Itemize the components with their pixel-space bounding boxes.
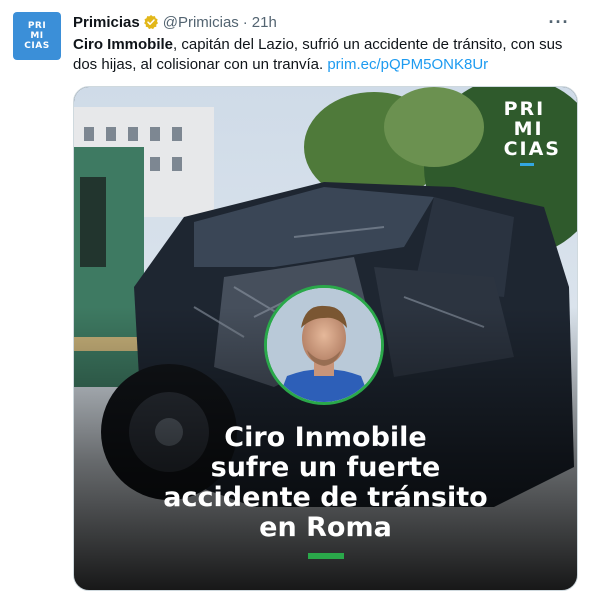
- player-portrait: [264, 285, 384, 405]
- logo-text-3: CIAS: [503, 138, 561, 160]
- headline-line-1: Ciro Inmobile: [224, 422, 427, 453]
- avatar-text-1: PRI: [27, 21, 47, 31]
- logo-accent-bar: [519, 163, 534, 166]
- image-headline: Ciro Inmobile sufre un fuerte accidente …: [74, 423, 577, 543]
- brand-logo: PRI MI CIAS: [504, 99, 561, 166]
- tweet-image[interactable]: PRI MI CIAS Ciro Inmobile sufre un fuert…: [73, 86, 578, 591]
- tweet-link[interactable]: prim.ec/pQPM5ONK8Ur: [327, 56, 488, 73]
- headline-line-3: accidente de tránsito: [163, 482, 488, 513]
- header-separator: ·: [242, 13, 248, 31]
- headline-line-2: sufre un fuerte: [210, 452, 441, 483]
- tweet-card[interactable]: PRI MI CIAS Primicias @Primicias · 21h ·…: [0, 0, 589, 595]
- author-avatar[interactable]: PRI MI CIAS: [13, 12, 61, 60]
- author-handle[interactable]: @Primicias: [163, 14, 239, 31]
- tweet-header: Primicias @Primicias · 21h: [73, 12, 277, 32]
- tweet-text-bold: Ciro Immobile: [73, 36, 174, 53]
- verified-badge-icon: [143, 14, 159, 30]
- tweet-timestamp[interactable]: 21h: [252, 14, 277, 31]
- tweet-text: Ciro Immobile, capitán del Lazio, sufrió…: [73, 35, 573, 75]
- more-options-icon[interactable]: ···: [549, 12, 569, 32]
- headline-line-4: en Roma: [259, 512, 392, 543]
- avatar-text-2: MI: [30, 31, 44, 41]
- logo-text-1: PRI: [503, 98, 546, 120]
- avatar-text-3: CIAS: [24, 41, 50, 51]
- logo-text-2: MI: [513, 118, 544, 140]
- author-name[interactable]: Primicias: [73, 14, 140, 31]
- headline-accent-bar: [308, 553, 344, 559]
